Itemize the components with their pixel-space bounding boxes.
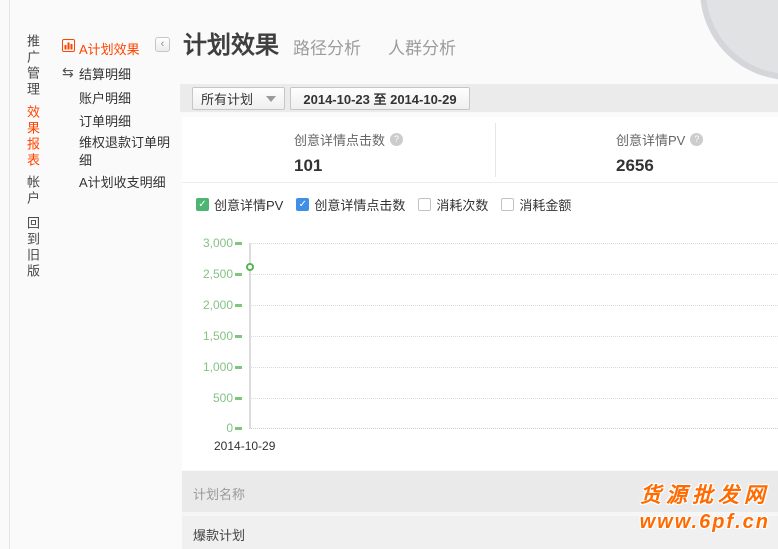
sidebar-item-effect-reports[interactable]: 效果报表 [23,105,42,169]
stat-divider [495,123,496,177]
checkbox-unchecked-icon[interactable] [418,198,431,211]
x-tick-label: 2014-10-29 [214,439,275,453]
tab-path-analysis[interactable]: 路径分析 [293,34,361,59]
report-card: 创意详情点击数 ? 101 创意详情PV ? 2656 ✓ 创意详情PV ✓ 创… [182,117,778,470]
y-tick-mark [235,397,242,400]
plan-name-cell: 爆款计划 [193,525,245,544]
menu-item-settlement-detail[interactable]: 结算明细 [79,64,131,83]
y-tick-mark [235,304,242,307]
watermark-site-name: 货源批发网 [640,479,770,509]
swap-arrows-icon: ⇆ [62,65,76,79]
sidebar-item-account[interactable]: 帐户 [23,175,42,207]
app-window: 推广管理 效果报表 帐户 回到旧版 A计划效果 ‹ ⇆ 结算明细 账户明细 订单… [0,0,778,549]
data-point-creative-pv [246,263,254,271]
sidebar-divider [9,0,10,549]
stat-label: 创意详情点击数 [294,130,385,149]
stat-value: 101 [294,156,403,176]
y-tick-mark [235,335,242,338]
gridline [251,398,778,399]
y-tick-label: 1,500 [182,329,233,343]
stat-creative-detail-clicks: 创意详情点击数 ? 101 [294,130,403,176]
plan-select-dropdown[interactable]: 所有计划 [192,87,285,110]
column-header-plan-name: 计划名称 [193,484,245,503]
y-tick-label: 2,000 [182,298,233,312]
y-tick-mark [235,242,242,245]
gridline [251,274,778,275]
date-range-value: 2014-10-23 至 2014-10-29 [303,89,456,108]
bar-chart-icon [62,39,76,53]
help-icon[interactable]: ? [390,133,403,146]
y-tick-label: 500 [182,391,233,405]
tab-audience-analysis[interactable]: 人群分析 [388,34,456,59]
help-icon[interactable]: ? [690,133,703,146]
y-tick-label: 0 [182,421,233,435]
legend-label: 创意详情点击数 [314,195,405,214]
watermark-site-url: www.6pf.cn [640,511,770,534]
legend-item-creative-clicks[interactable]: ✓ 创意详情点击数 [296,195,405,214]
y-tick-mark [235,427,242,430]
legend-label: 消耗次数 [436,195,488,214]
stat-label: 创意详情PV [616,130,685,149]
collapse-panel-button[interactable]: ‹ [155,37,170,52]
menu-item-account-detail[interactable]: 账户明细 [79,88,131,107]
date-range-picker[interactable]: 2014-10-23 至 2014-10-29 [290,87,470,110]
sidebar-item-promotion-management[interactable]: 推广管理 [23,34,42,98]
y-tick-label: 3,000 [182,236,233,250]
stat-value: 2656 [616,156,703,176]
x-axis-line [251,428,778,429]
chart-legend: ✓ 创意详情PV ✓ 创意详情点击数 消耗次数 消耗金额 [196,195,571,214]
y-tick-label: 2,500 [182,267,233,281]
checkbox-checked-icon[interactable]: ✓ [296,198,309,211]
y-tick-mark [235,273,242,276]
gridline [251,367,778,368]
stats-row: 创意详情点击数 ? 101 创意详情PV ? 2656 [182,117,778,183]
filter-toolbar: 所有计划 2014-10-23 至 2014-10-29 [180,84,778,112]
chevron-down-icon [266,96,276,102]
menu-item-refund-order-detail[interactable]: 维权退款订单明细 [79,134,176,170]
menu-item-a-plan-income-expense-detail[interactable]: A计划收支明细 [79,172,166,191]
legend-label: 消耗金额 [519,195,571,214]
legend-item-creative-pv[interactable]: ✓ 创意详情PV [196,195,283,214]
menu-item-order-detail[interactable]: 订单明细 [79,111,131,130]
watermark: 货源批发网 www.6pf.cn [640,479,770,534]
menu-item-a-plan-effect[interactable]: A计划效果 [79,39,140,58]
gridline [251,336,778,337]
legend-item-consume-count[interactable]: 消耗次数 [418,195,488,214]
gridline [251,243,778,244]
y-tick-label: 1,000 [182,360,233,374]
legend-label: 创意详情PV [214,195,283,214]
sidebar-item-back-to-old-version[interactable]: 回到旧版 [23,216,42,280]
y-tick-mark [235,366,242,369]
checkbox-unchecked-icon[interactable] [501,198,514,211]
checkbox-checked-icon[interactable]: ✓ [196,198,209,211]
legend-item-consume-amount[interactable]: 消耗金额 [501,195,571,214]
plan-select-value: 所有计划 [201,89,253,108]
stat-creative-detail-pv: 创意详情PV ? 2656 [616,130,703,176]
page-title-plan-effect[interactable]: 计划效果 [183,25,279,60]
gridline [251,305,778,306]
corner-decoration-circle [700,0,778,80]
